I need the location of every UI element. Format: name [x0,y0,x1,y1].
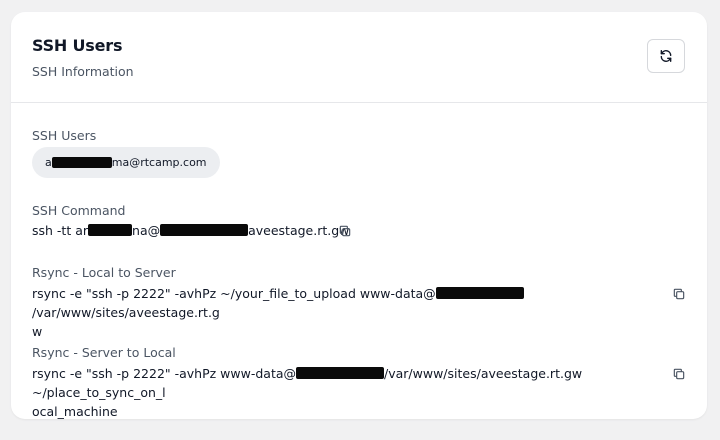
ssh-command-label: SSH Command [32,203,126,218]
ssh-users-label: SSH Users [32,128,97,143]
redaction-block [160,224,249,236]
refresh-icon [660,50,672,62]
copy-icon[interactable] [338,224,352,238]
ssh-command-text[interactable]: ssh -tt ar na@ aveestage.rt.gw [32,221,683,240]
redaction-block [51,157,112,168]
redaction-block [296,367,385,379]
ssh-command-prefix: ssh -tt ar [32,223,89,238]
rsync-server-to-local-part3: ocal_machine [32,404,118,419]
copy-icon[interactable] [672,287,686,301]
ssh-user-prefix: a [45,156,52,169]
rsync-local-to-server-part3: w [32,324,43,339]
ssh-user-badge: a ma@rtcamp.com [32,147,220,178]
rsync-server-to-local-label: Rsync - Server to Local [32,345,176,360]
ssh-user-suffix: ma@rtcamp.com [111,156,207,169]
redaction-block [88,224,133,236]
ssh-users-card: SSH Users SSH Information SSH Users a ma@… [11,12,707,419]
ssh-command-suffix: aveestage.rt.gw [248,223,350,238]
rsync-local-to-server-text[interactable]: rsync -e "ssh -p 2222" -avhPz ~/your_fil… [32,284,672,341]
ssh-command-mid: na@ [132,223,161,238]
rsync-server-to-local-part1: rsync -e "ssh -p 2222" -avhPz www-data@ [32,366,297,381]
rsync-local-to-server-part1: rsync -e "ssh -p 2222" -avhPz ~/your_fil… [32,286,436,301]
rsync-local-to-server-part2: /var/www/sites/aveestage.rt.g [32,305,220,320]
rsync-local-to-server-label: Rsync - Local to Server [32,265,176,280]
card-header: SSH Users SSH Information [11,12,707,103]
copy-icon[interactable] [672,367,686,381]
refresh-button[interactable] [647,39,685,73]
redaction-block [435,287,524,299]
page-subtitle: SSH Information [32,64,134,79]
page-title: SSH Users [32,36,123,55]
rsync-server-to-local-text[interactable]: rsync -e "ssh -p 2222" -avhPz www-data@ /… [32,364,672,419]
